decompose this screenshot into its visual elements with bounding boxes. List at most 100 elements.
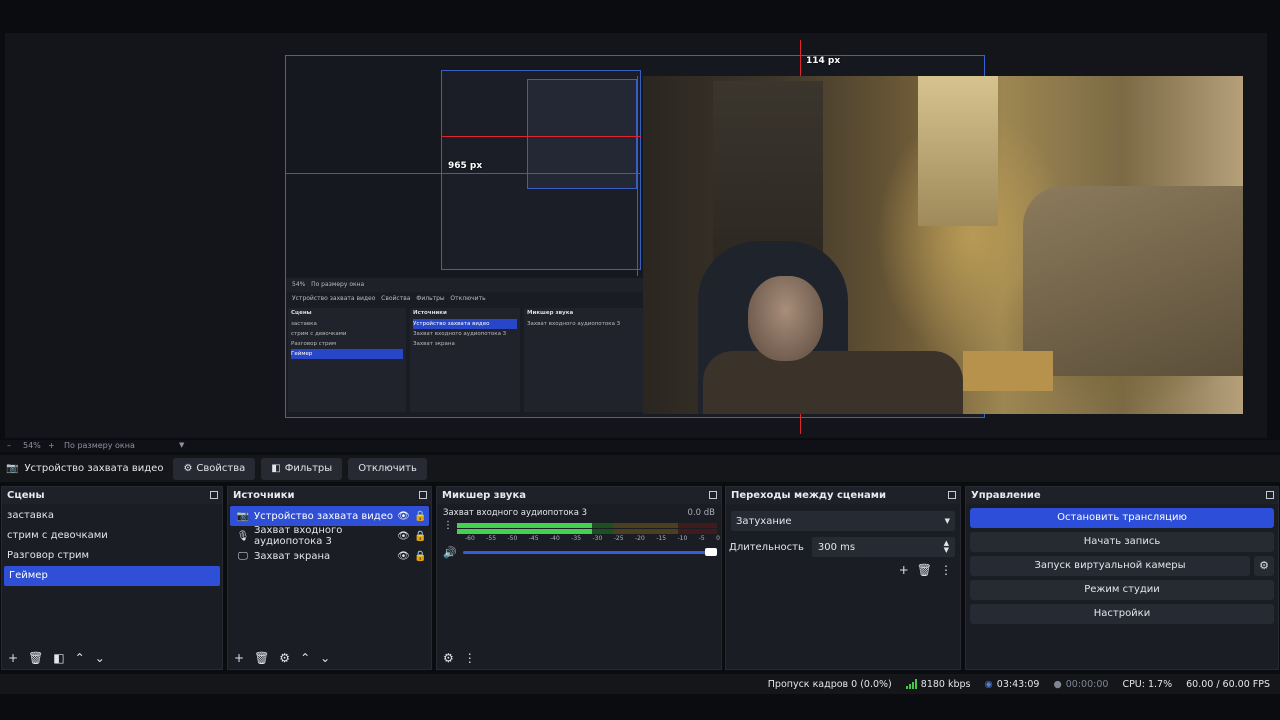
zoom-in-button[interactable]: + xyxy=(48,441,55,450)
cpu-usage: CPU: 1.7% xyxy=(1122,678,1173,690)
volume-slider-handle[interactable] xyxy=(705,548,717,556)
scene-item[interactable]: Разговор стрим xyxy=(2,546,222,566)
mixer-dock-title: Микшер звука xyxy=(437,487,721,504)
record-time: 00:00:00 xyxy=(1065,678,1109,690)
stop-stream-button[interactable]: Остановить трансляцию xyxy=(970,508,1274,528)
properties-button[interactable]: ⚙ Свойства xyxy=(173,457,256,480)
undock-icon[interactable] xyxy=(210,491,218,499)
monitor-icon: 🖵 xyxy=(238,550,248,562)
start-record-button[interactable]: Начать запись xyxy=(970,532,1274,552)
microphone-icon: 🎙 xyxy=(236,530,250,542)
record-time-group: ● 00:00:00 xyxy=(1053,679,1108,690)
webcam-video-source[interactable] xyxy=(643,76,1243,414)
mixer-footer: ⚙ ⋮ xyxy=(437,647,721,669)
measure-line-vertical xyxy=(637,76,638,276)
undock-icon[interactable] xyxy=(709,491,717,499)
source-item[interactable]: 🖵 Захват экрана 👁 🔒 xyxy=(230,546,429,566)
nested-mixer-panel: Микшер звука Захват входного аудиопотока… xyxy=(524,308,644,412)
add-icon[interactable]: + xyxy=(899,563,909,577)
lock-icon[interactable]: 🔒 xyxy=(412,551,429,562)
chevron-down-icon[interactable]: ▼ xyxy=(179,441,184,449)
add-icon[interactable]: + xyxy=(234,651,244,665)
meter-scale-tick: -55 xyxy=(486,535,497,542)
lock-icon[interactable]: 🔒 xyxy=(412,511,429,522)
undock-icon[interactable] xyxy=(419,491,427,499)
scene-filters-icon[interactable]: ◧ xyxy=(53,651,64,665)
bitrate-value: 8180 kbps xyxy=(920,678,971,690)
add-icon[interactable]: + xyxy=(8,651,18,665)
virtual-cam-row: Запуск виртуальной камеры ⚙ xyxy=(970,556,1274,576)
gear-icon[interactable]: ⚙ xyxy=(1254,556,1274,576)
eye-icon[interactable]: 👁 xyxy=(395,551,412,562)
scenes-list: заставка стрим с девочками Разговор стри… xyxy=(2,504,222,586)
meter-scale-tick: -15 xyxy=(656,535,667,542)
nested-deactivate: Отключить xyxy=(450,295,486,302)
duration-label: Длительность xyxy=(729,541,804,553)
trash-icon[interactable]: 🗑 xyxy=(254,651,269,665)
nested-mixer-channel: Захват входного аудиопотока 3 xyxy=(527,321,621,327)
deactivate-label: Отключить xyxy=(358,463,417,474)
move-up-icon[interactable]: ⌃ xyxy=(75,651,85,665)
mixer-settings-icon[interactable]: ⚙ xyxy=(443,651,454,665)
scenes-footer: + 🗑 ◧ ⌃ ⌄ xyxy=(2,647,222,669)
chevron-down-icon: ▼ xyxy=(944,517,950,525)
scene-item-selected[interactable]: Геймер xyxy=(4,566,220,586)
nested-scene-item: стрим с девочками xyxy=(291,331,347,337)
camera-person-body xyxy=(703,351,963,414)
sources-footer: + 🗑 ⚙ ⌃ ⌄ xyxy=(228,647,431,669)
trash-icon[interactable]: 🗑 xyxy=(28,651,43,665)
move-down-icon[interactable]: ⌄ xyxy=(95,651,105,665)
measure-label-top: 114 px xyxy=(806,56,841,66)
duration-spinbox[interactable]: 300 ms ▲ ▼ xyxy=(811,537,955,557)
settings-button[interactable]: Настройки xyxy=(970,604,1274,624)
transition-selected-label: Затухание xyxy=(736,515,792,527)
properties-label: Свойства xyxy=(196,463,246,474)
undock-icon[interactable] xyxy=(948,491,956,499)
filters-button[interactable]: ◧ Фильтры xyxy=(261,457,343,480)
mixer-dock: Микшер звука Захват входного аудиопотока… xyxy=(436,486,722,670)
gear-icon: ⚙ xyxy=(183,463,193,474)
filter-icon: ◧ xyxy=(271,463,281,474)
studio-mode-button[interactable]: Режим студии xyxy=(970,580,1274,600)
source-label: Захват экрана xyxy=(254,550,331,562)
transition-select[interactable]: Затухание ▼ xyxy=(731,511,955,531)
deactivate-button[interactable]: Отключить xyxy=(348,457,427,480)
nested-mixer-title: Микшер звука xyxy=(527,310,574,316)
stream-icon: ◉ xyxy=(984,678,993,690)
kebab-menu-icon[interactable]: ⋮ xyxy=(464,651,476,665)
fit-to-window-select[interactable]: По размеру окна xyxy=(64,441,135,450)
nested-sources-panel: Источники Устройство захвата видео Захва… xyxy=(410,308,520,412)
eye-icon[interactable]: 👁 xyxy=(395,531,412,542)
camera-person-head xyxy=(748,276,823,361)
source-item-selected[interactable]: 📷 Устройство захвата видео 👁 🔒 xyxy=(230,506,429,526)
undock-icon[interactable] xyxy=(1266,491,1274,499)
volume-meter-left xyxy=(457,523,717,528)
gear-icon[interactable]: ⚙ xyxy=(279,651,290,665)
zoom-out-button[interactable]: – xyxy=(7,441,11,450)
controls-dock-title: Управление xyxy=(966,487,1278,504)
zoom-bar: – 54% + По размеру окна ▼ xyxy=(0,440,1280,452)
volume-slider[interactable] xyxy=(462,548,717,556)
meter-scale-tick: 0 xyxy=(716,535,720,542)
move-down-icon[interactable]: ⌄ xyxy=(320,651,330,665)
spin-arrows-icon[interactable]: ▲ ▼ xyxy=(944,540,949,554)
nested-source-name: Устройство захвата видео xyxy=(292,295,376,302)
kebab-menu-icon[interactable]: ⋮ xyxy=(940,563,952,577)
sources-dock: Источники 📷 Устройство захвата видео 👁 🔒… xyxy=(227,486,432,670)
mixer-channel-db: 0.0 dB xyxy=(687,508,715,518)
kebab-menu-icon[interactable]: ⋮ xyxy=(443,520,453,531)
start-virtual-camera-button[interactable]: Запуск виртуальной камеры xyxy=(970,556,1250,576)
scene-item[interactable]: стрим с девочками xyxy=(2,526,222,546)
nested-properties: Свойства xyxy=(381,295,411,302)
eye-icon[interactable]: 👁 xyxy=(395,511,412,522)
source-item[interactable]: 🎙 Захват входного аудиопотока 3 👁 🔒 xyxy=(230,525,429,547)
scene-item[interactable]: заставка xyxy=(2,506,222,526)
nested-zoom-value: 54% xyxy=(292,281,306,288)
trash-icon[interactable]: 🗑 xyxy=(917,563,932,577)
measure-line-bottom xyxy=(800,414,801,434)
transition-duration-row: Длительность 300 ms ▲ ▼ xyxy=(729,537,955,557)
speaker-icon[interactable]: 🔊 xyxy=(443,546,457,559)
move-up-icon[interactable]: ⌃ xyxy=(300,651,310,665)
transitions-dock-title: Переходы между сценами xyxy=(726,487,960,504)
lock-icon[interactable]: 🔒 xyxy=(412,531,429,542)
